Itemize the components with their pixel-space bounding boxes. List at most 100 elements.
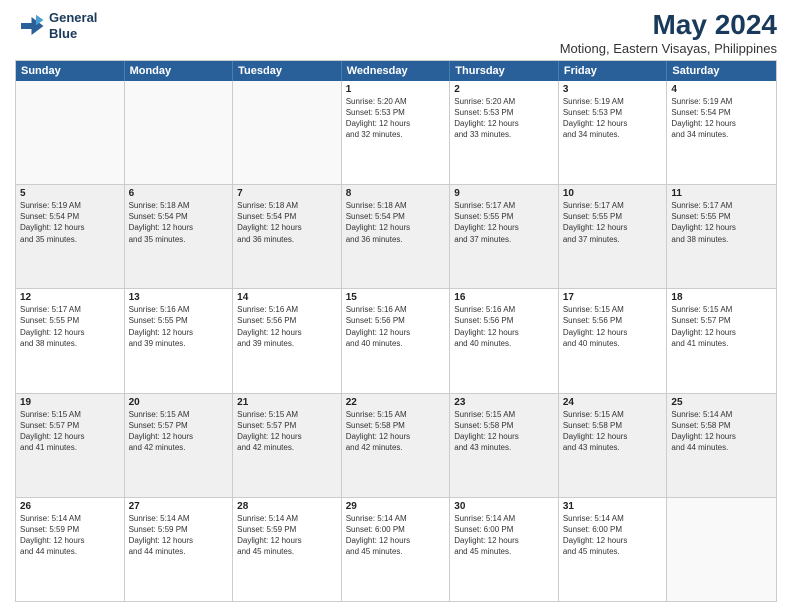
day-cell: 26Sunrise: 5:14 AM Sunset: 5:59 PM Dayli… <box>16 498 125 601</box>
calendar-row: 5Sunrise: 5:19 AM Sunset: 5:54 PM Daylig… <box>16 185 776 289</box>
day-number: 23 <box>454 397 554 408</box>
main-title: May 2024 <box>560 10 777 41</box>
day-cell: 27Sunrise: 5:14 AM Sunset: 5:59 PM Dayli… <box>125 498 234 601</box>
day-number: 16 <box>454 292 554 303</box>
title-block: May 2024 Motiong, Eastern Visayas, Phili… <box>560 10 777 56</box>
day-number: 17 <box>563 292 663 303</box>
subtitle: Motiong, Eastern Visayas, Philippines <box>560 41 777 56</box>
day-number: 28 <box>237 501 337 512</box>
day-info: Sunrise: 5:19 AM Sunset: 5:54 PM Dayligh… <box>671 96 772 141</box>
header-day: Monday <box>125 61 234 81</box>
day-cell: 25Sunrise: 5:14 AM Sunset: 5:58 PM Dayli… <box>667 394 776 497</box>
day-info: Sunrise: 5:14 AM Sunset: 6:00 PM Dayligh… <box>454 513 554 558</box>
day-info: Sunrise: 5:15 AM Sunset: 5:57 PM Dayligh… <box>237 409 337 454</box>
calendar-row: 12Sunrise: 5:17 AM Sunset: 5:55 PM Dayli… <box>16 289 776 393</box>
day-info: Sunrise: 5:19 AM Sunset: 5:54 PM Dayligh… <box>20 200 120 245</box>
day-info: Sunrise: 5:15 AM Sunset: 5:56 PM Dayligh… <box>563 304 663 349</box>
day-cell: 22Sunrise: 5:15 AM Sunset: 5:58 PM Dayli… <box>342 394 451 497</box>
day-info: Sunrise: 5:17 AM Sunset: 5:55 PM Dayligh… <box>454 200 554 245</box>
day-info: Sunrise: 5:17 AM Sunset: 5:55 PM Dayligh… <box>20 304 120 349</box>
calendar-header: SundayMondayTuesdayWednesdayThursdayFrid… <box>16 61 776 81</box>
day-number: 11 <box>671 188 772 199</box>
day-cell: 11Sunrise: 5:17 AM Sunset: 5:55 PM Dayli… <box>667 185 776 288</box>
day-number: 4 <box>671 84 772 95</box>
day-cell: 5Sunrise: 5:19 AM Sunset: 5:54 PM Daylig… <box>16 185 125 288</box>
logo-line2: Blue <box>49 26 97 42</box>
day-number: 31 <box>563 501 663 512</box>
day-cell: 17Sunrise: 5:15 AM Sunset: 5:56 PM Dayli… <box>559 289 668 392</box>
day-cell: 6Sunrise: 5:18 AM Sunset: 5:54 PM Daylig… <box>125 185 234 288</box>
day-number: 26 <box>20 501 120 512</box>
day-cell: 12Sunrise: 5:17 AM Sunset: 5:55 PM Dayli… <box>16 289 125 392</box>
day-number: 14 <box>237 292 337 303</box>
day-number: 21 <box>237 397 337 408</box>
day-cell: 24Sunrise: 5:15 AM Sunset: 5:58 PM Dayli… <box>559 394 668 497</box>
day-info: Sunrise: 5:14 AM Sunset: 5:59 PM Dayligh… <box>129 513 229 558</box>
day-number: 1 <box>346 84 446 95</box>
calendar-body: 1Sunrise: 5:20 AM Sunset: 5:53 PM Daylig… <box>16 81 776 601</box>
empty-cell <box>125 81 234 184</box>
day-number: 18 <box>671 292 772 303</box>
day-info: Sunrise: 5:14 AM Sunset: 5:58 PM Dayligh… <box>671 409 772 454</box>
day-info: Sunrise: 5:16 AM Sunset: 5:55 PM Dayligh… <box>129 304 229 349</box>
empty-cell <box>233 81 342 184</box>
calendar-row: 26Sunrise: 5:14 AM Sunset: 5:59 PM Dayli… <box>16 498 776 601</box>
calendar-row: 1Sunrise: 5:20 AM Sunset: 5:53 PM Daylig… <box>16 81 776 185</box>
day-info: Sunrise: 5:14 AM Sunset: 6:00 PM Dayligh… <box>346 513 446 558</box>
day-number: 10 <box>563 188 663 199</box>
day-info: Sunrise: 5:20 AM Sunset: 5:53 PM Dayligh… <box>346 96 446 141</box>
day-cell: 16Sunrise: 5:16 AM Sunset: 5:56 PM Dayli… <box>450 289 559 392</box>
logo-text: General Blue <box>49 10 97 41</box>
day-info: Sunrise: 5:14 AM Sunset: 6:00 PM Dayligh… <box>563 513 663 558</box>
day-cell: 30Sunrise: 5:14 AM Sunset: 6:00 PM Dayli… <box>450 498 559 601</box>
day-number: 24 <box>563 397 663 408</box>
logo: General Blue <box>15 10 97 41</box>
logo-line1: General <box>49 10 97 26</box>
day-info: Sunrise: 5:17 AM Sunset: 5:55 PM Dayligh… <box>671 200 772 245</box>
day-number: 15 <box>346 292 446 303</box>
day-cell: 4Sunrise: 5:19 AM Sunset: 5:54 PM Daylig… <box>667 81 776 184</box>
day-info: Sunrise: 5:17 AM Sunset: 5:55 PM Dayligh… <box>563 200 663 245</box>
day-number: 27 <box>129 501 229 512</box>
day-cell: 15Sunrise: 5:16 AM Sunset: 5:56 PM Dayli… <box>342 289 451 392</box>
day-info: Sunrise: 5:15 AM Sunset: 5:58 PM Dayligh… <box>346 409 446 454</box>
day-info: Sunrise: 5:15 AM Sunset: 5:58 PM Dayligh… <box>563 409 663 454</box>
day-cell: 1Sunrise: 5:20 AM Sunset: 5:53 PM Daylig… <box>342 81 451 184</box>
day-number: 19 <box>20 397 120 408</box>
day-number: 29 <box>346 501 446 512</box>
logo-icon <box>15 11 45 41</box>
day-info: Sunrise: 5:14 AM Sunset: 5:59 PM Dayligh… <box>20 513 120 558</box>
day-number: 12 <box>20 292 120 303</box>
header-day: Sunday <box>16 61 125 81</box>
day-number: 13 <box>129 292 229 303</box>
day-info: Sunrise: 5:19 AM Sunset: 5:53 PM Dayligh… <box>563 96 663 141</box>
day-info: Sunrise: 5:18 AM Sunset: 5:54 PM Dayligh… <box>346 200 446 245</box>
day-info: Sunrise: 5:15 AM Sunset: 5:57 PM Dayligh… <box>129 409 229 454</box>
header: General Blue May 2024 Motiong, Eastern V… <box>15 10 777 56</box>
empty-cell <box>16 81 125 184</box>
day-number: 20 <box>129 397 229 408</box>
day-number: 25 <box>671 397 772 408</box>
calendar-row: 19 Sunrise: 5:15 AM Sunset: 5:57 PM Dayli… <box>16 394 776 498</box>
day-cell: 3Sunrise: 5:19 AM Sunset: 5:53 PM Daylig… <box>559 81 668 184</box>
day-cell: 10Sunrise: 5:17 AM Sunset: 5:55 PM Dayli… <box>559 185 668 288</box>
day-number: 3 <box>563 84 663 95</box>
calendar: SundayMondayTuesdayWednesdayThursdayFrid… <box>15 60 777 602</box>
day-number: 5 <box>20 188 120 199</box>
day-cell: 18Sunrise: 5:15 AM Sunset: 5:57 PM Dayli… <box>667 289 776 392</box>
day-number: 2 <box>454 84 554 95</box>
day-cell: 19Sunrise: 5:15 AM Sunset: 5:57 PM Dayli… <box>16 394 125 497</box>
day-cell: 31Sunrise: 5:14 AM Sunset: 6:00 PM Dayli… <box>559 498 668 601</box>
day-info: Sunrise: 5:16 AM Sunset: 5:56 PM Dayligh… <box>346 304 446 349</box>
header-day: Saturday <box>667 61 776 81</box>
empty-cell <box>667 498 776 601</box>
day-cell: 7Sunrise: 5:18 AM Sunset: 5:54 PM Daylig… <box>233 185 342 288</box>
day-number: 9 <box>454 188 554 199</box>
day-cell: 21Sunrise: 5:15 AM Sunset: 5:57 PM Dayli… <box>233 394 342 497</box>
day-cell: 28Sunrise: 5:14 AM Sunset: 5:59 PM Dayli… <box>233 498 342 601</box>
header-day: Thursday <box>450 61 559 81</box>
day-number: 22 <box>346 397 446 408</box>
day-info: Sunrise: 5:18 AM Sunset: 5:54 PM Dayligh… <box>237 200 337 245</box>
day-info: Sunrise: 5:16 AM Sunset: 5:56 PM Dayligh… <box>237 304 337 349</box>
day-number: 6 <box>129 188 229 199</box>
